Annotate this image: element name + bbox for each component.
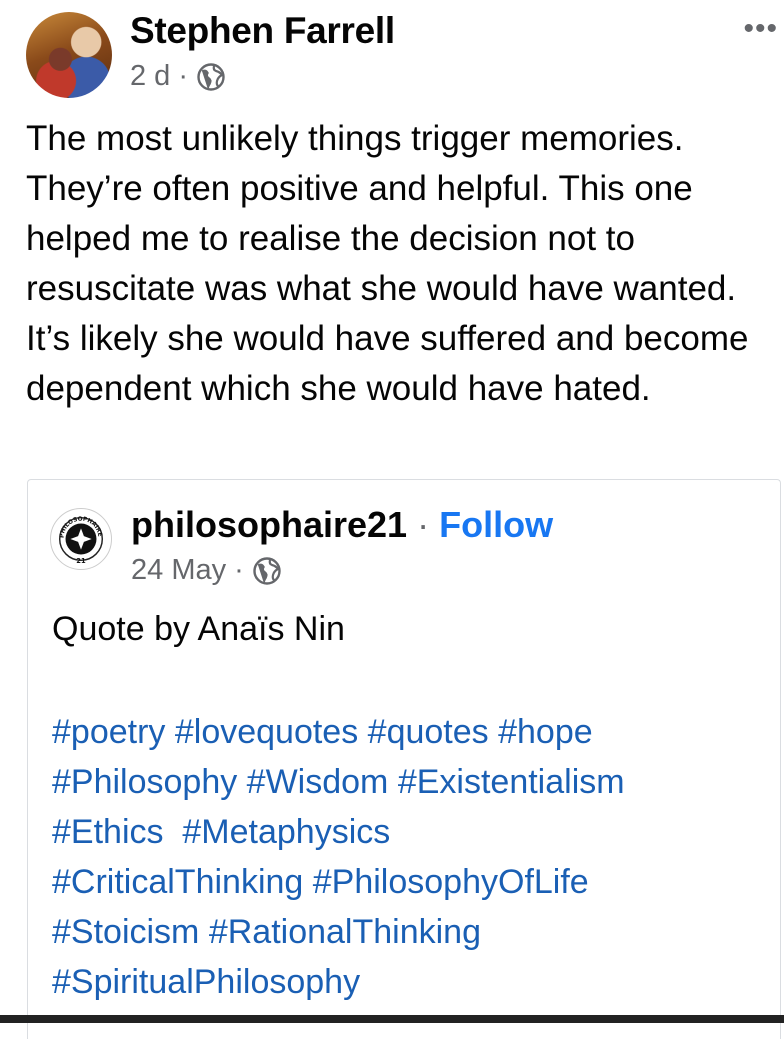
bottom-edge-bar bbox=[0, 1015, 784, 1023]
shared-meta-separator: · bbox=[234, 554, 244, 586]
meta-separator: · bbox=[178, 60, 188, 92]
globe-icon bbox=[197, 62, 225, 91]
more-options-icon[interactable]: ••• bbox=[743, 14, 778, 44]
header-separator: · bbox=[417, 504, 430, 545]
shared-date[interactable]: 24 May bbox=[131, 554, 226, 587]
follow-button[interactable]: Follow bbox=[439, 504, 553, 545]
hashtag-line[interactable]: #Philosophy #Wisdom #Existentialism bbox=[52, 757, 772, 807]
author-avatar[interactable] bbox=[26, 12, 112, 98]
post-meta: 2 d · bbox=[130, 60, 226, 93]
page-logo-icon[interactable]: PHILOSOPHAIRE 21 bbox=[50, 508, 112, 570]
globe-icon bbox=[253, 556, 281, 585]
shared-header: philosophaire21 · Follow bbox=[131, 504, 553, 546]
page-name[interactable]: philosophaire21 bbox=[131, 504, 407, 545]
hashtag-line[interactable]: #Ethics #Metaphysics bbox=[52, 807, 772, 857]
post-time[interactable]: 2 d bbox=[130, 60, 170, 93]
author-name[interactable]: Stephen Farrell bbox=[130, 10, 395, 52]
shared-quote: Quote by Anaïs Nin bbox=[52, 610, 345, 648]
logo-number: 21 bbox=[76, 557, 86, 565]
hashtag-line[interactable]: #poetry #lovequotes #quotes #hope bbox=[52, 707, 772, 757]
hashtag-list: #poetry #lovequotes #quotes #hope #Philo… bbox=[52, 707, 772, 1007]
hashtag-line[interactable]: #Stoicism #RationalThinking bbox=[52, 907, 772, 957]
hashtag-line[interactable]: #SpiritualPhilosophy bbox=[52, 957, 772, 1007]
shared-post[interactable]: PHILOSOPHAIRE 21 philosophaire21 · Follo… bbox=[27, 479, 781, 1039]
hashtag-line[interactable]: #CriticalThinking #PhilosophyOfLife bbox=[52, 857, 772, 907]
post-text: The most unlikely things trigger memorie… bbox=[26, 119, 749, 408]
shared-meta: 24 May · bbox=[131, 554, 282, 587]
